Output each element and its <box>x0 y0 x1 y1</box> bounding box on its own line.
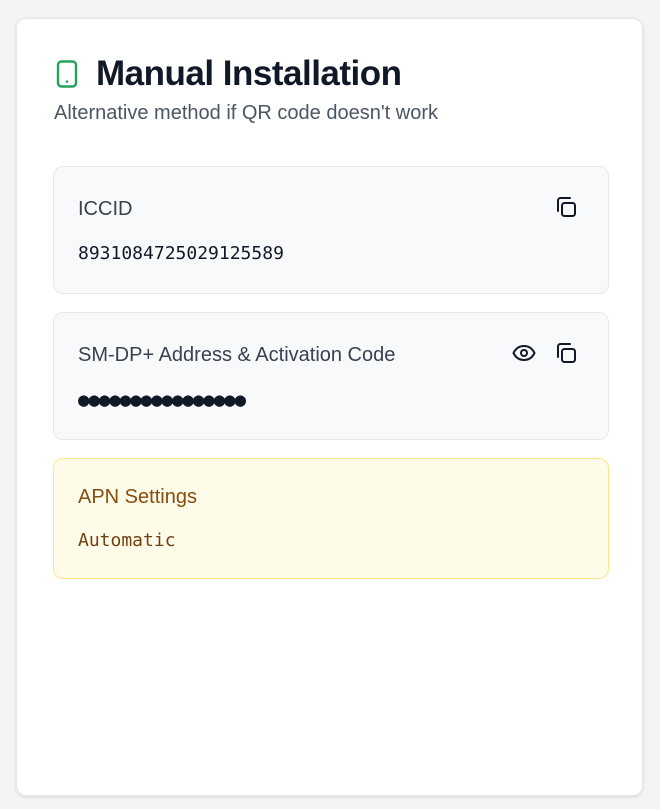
apn-label: APN Settings <box>78 486 197 508</box>
smdp-masked-value: ●●●●●●●●●●●●●●●● <box>78 389 246 411</box>
copy-icon <box>554 341 578 370</box>
iccid-box: ICCID 8931084725029125589 <box>53 166 609 294</box>
smartphone-icon <box>54 59 80 89</box>
copy-iccid-button[interactable] <box>552 195 580 223</box>
page-title: Manual Installation <box>96 54 402 93</box>
smdp-label: SM-DP+ Address & Activation Code <box>78 344 396 366</box>
iccid-label: ICCID <box>78 198 133 220</box>
title-row: Manual Installation <box>54 54 606 93</box>
reveal-code-button[interactable] <box>510 341 538 369</box>
eye-icon <box>512 341 536 370</box>
copy-activation-code-button[interactable] <box>552 341 580 369</box>
page-subtitle: Alternative method if QR code doesn't wo… <box>54 102 439 124</box>
apn-value: Automatic <box>78 530 176 551</box>
iccid-value[interactable]: 8931084725029125589 <box>78 243 284 264</box>
smdp-box: SM-DP+ Address & Activation Code ●●●●●●●… <box>53 312 609 440</box>
manual-installation-card: Manual Installation Alternative method i… <box>16 18 643 796</box>
apn-settings-box: APN Settings Automatic <box>53 458 609 579</box>
copy-icon <box>554 195 578 224</box>
card-header: Manual Installation Alternative method i… <box>54 54 606 125</box>
